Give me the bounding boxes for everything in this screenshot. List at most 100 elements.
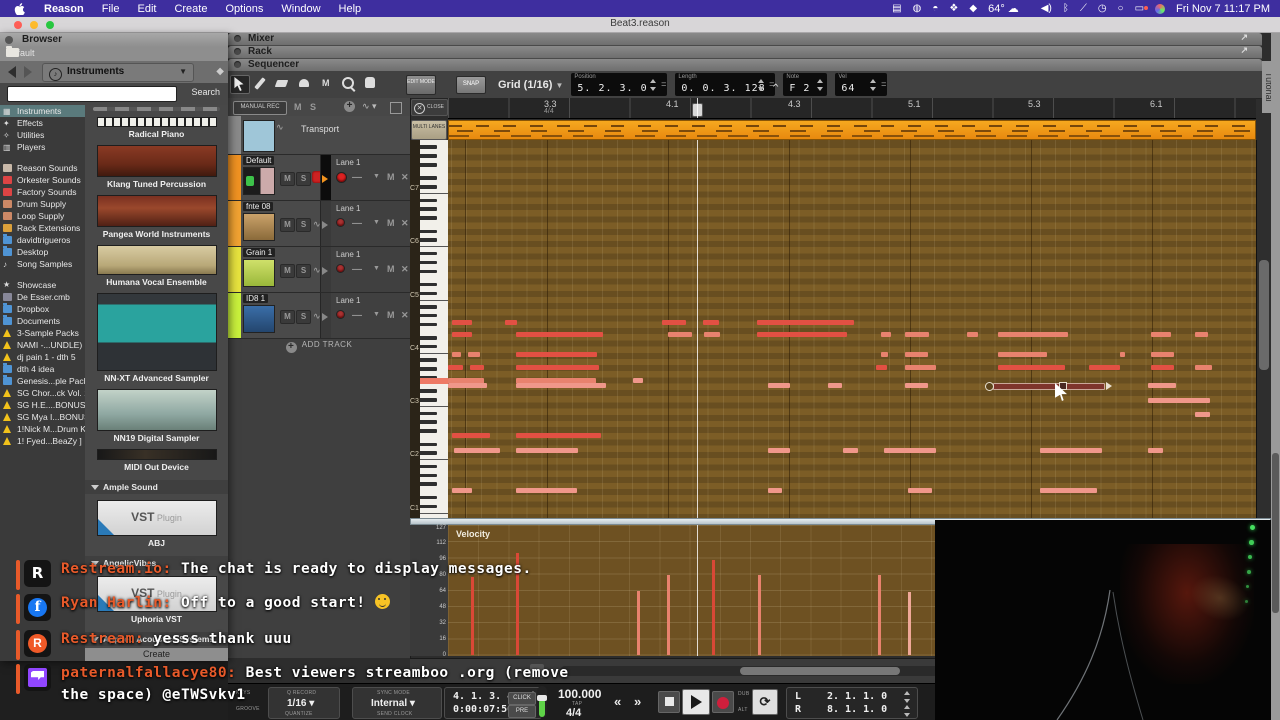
fast-forward-button[interactable]: » bbox=[634, 694, 641, 709]
lane-select-arrow-icon[interactable] bbox=[322, 313, 328, 322]
black-key[interactable] bbox=[420, 251, 437, 256]
lane-mute-button[interactable]: M bbox=[387, 218, 395, 228]
lane-mute-button[interactable]: M bbox=[387, 172, 395, 182]
color-profile-icon[interactable] bbox=[1155, 3, 1166, 14]
bluetooth-icon[interactable]: ᛒ bbox=[1063, 0, 1069, 17]
vpn-icon[interactable]: ◓ bbox=[932, 0, 938, 17]
black-key[interactable] bbox=[420, 185, 437, 189]
midi-note[interactable] bbox=[668, 332, 692, 337]
location-dropdown[interactable]: ♪ Instruments ▼ bbox=[42, 63, 194, 82]
midi-note-selected[interactable] bbox=[993, 383, 1105, 390]
snap-button[interactable]: SNAP bbox=[456, 75, 486, 94]
sidebar-item-effects[interactable]: ✦ Effects bbox=[0, 117, 85, 129]
mixer-panel-bar[interactable]: Mixer ↗ bbox=[228, 32, 1262, 46]
midi-note[interactable] bbox=[881, 332, 891, 337]
midi-note[interactable] bbox=[1040, 448, 1102, 453]
track-solo-button[interactable]: S bbox=[296, 310, 311, 324]
midi-note[interactable] bbox=[703, 320, 719, 325]
black-key[interactable] bbox=[420, 336, 437, 340]
sidebar-item-factory-sounds[interactable]: Factory Sounds bbox=[0, 186, 85, 198]
sidebar-item-dth-4-idea[interactable]: dth 4 idea bbox=[0, 363, 85, 375]
midi-note[interactable] bbox=[1195, 365, 1212, 370]
dropbox-icon[interactable]: ❖ bbox=[949, 0, 958, 17]
midi-note[interactable] bbox=[768, 448, 790, 453]
device-vendor-header[interactable]: Ample Sound bbox=[85, 480, 228, 494]
forward-button[interactable] bbox=[24, 66, 32, 78]
favorite-icon[interactable]: ◆ bbox=[216, 66, 224, 77]
lane-record-dot[interactable] bbox=[337, 311, 344, 318]
black-key[interactable] bbox=[420, 451, 437, 455]
midi-note[interactable] bbox=[516, 332, 603, 337]
razor-tool[interactable] bbox=[296, 75, 316, 94]
collapse-triangle-icon[interactable] bbox=[91, 637, 99, 642]
click-button[interactable]: CLICK bbox=[508, 692, 536, 705]
black-key[interactable] bbox=[420, 464, 437, 469]
black-key[interactable] bbox=[420, 367, 437, 371]
midi-note[interactable] bbox=[884, 448, 936, 453]
device-list-item[interactable]: VST Plugin ABJ bbox=[85, 500, 228, 548]
menu-options[interactable]: Options bbox=[216, 3, 272, 15]
piano-roll[interactable] bbox=[448, 140, 1256, 518]
black-key[interactable] bbox=[420, 504, 437, 509]
device-list-item[interactable]: NN-XT Advanced Sampler bbox=[85, 293, 228, 383]
lane-panel[interactable]: Lane 1 — ▼ M ✕ bbox=[331, 155, 410, 200]
midi-note[interactable] bbox=[1148, 448, 1163, 453]
browser-header[interactable]: Browser bbox=[0, 33, 228, 47]
velocity-bar[interactable] bbox=[758, 575, 761, 655]
menu-window[interactable]: Window bbox=[272, 3, 329, 15]
black-key[interactable] bbox=[420, 145, 437, 149]
note-stepper[interactable] bbox=[817, 79, 824, 91]
note-handle-left-icon[interactable] bbox=[985, 382, 994, 391]
velocity-bar[interactable] bbox=[908, 592, 911, 655]
device-list-item[interactable]: VST Plugin Uphoria VST bbox=[85, 576, 228, 624]
lane-delete-button[interactable]: ✕ bbox=[401, 218, 409, 229]
black-key[interactable] bbox=[420, 176, 437, 180]
midi-note[interactable] bbox=[1151, 352, 1174, 357]
browser-detach-icon[interactable] bbox=[5, 36, 13, 44]
eraser-tool[interactable] bbox=[274, 75, 294, 94]
black-key[interactable] bbox=[420, 442, 437, 447]
device-vendor-header[interactable]: Applied Acoustics Systems bbox=[85, 632, 228, 646]
velocity-bar[interactable] bbox=[471, 577, 474, 655]
sidebar-item-players[interactable]: ▥ Players bbox=[0, 141, 85, 153]
sidebar-item-orkester-sounds[interactable]: Orkester Sounds bbox=[0, 174, 85, 186]
midi-note[interactable] bbox=[768, 383, 790, 388]
midi-note[interactable] bbox=[516, 383, 606, 388]
clock-icon[interactable]: ◷ bbox=[1098, 0, 1107, 17]
sidebar-item-instruments[interactable]: ▦ Instruments bbox=[0, 105, 85, 117]
loop-button[interactable]: ⟳ bbox=[752, 689, 778, 715]
black-key[interactable] bbox=[420, 229, 437, 234]
track-mute-button[interactable]: M bbox=[280, 264, 295, 278]
edit-mode-button[interactable]: EDIT MODE bbox=[406, 74, 436, 95]
zoom-out-button[interactable]: – bbox=[530, 664, 544, 678]
grid-dropdown[interactable]: Grid (1/16) ▼ bbox=[498, 79, 563, 91]
device-list-item[interactable]: Klang Tuned Percussion bbox=[85, 145, 228, 189]
black-key[interactable] bbox=[420, 198, 437, 203]
search-button[interactable]: Search bbox=[191, 87, 220, 97]
piano-keyboard[interactable] bbox=[420, 140, 449, 518]
mixer-expand-icon[interactable]: ↗ bbox=[1240, 32, 1248, 43]
black-key[interactable] bbox=[420, 389, 437, 393]
track-mute-button[interactable]: M bbox=[280, 310, 295, 324]
midi-note[interactable] bbox=[830, 320, 851, 325]
midi-note[interactable] bbox=[704, 332, 720, 337]
collapse-triangle-icon[interactable] bbox=[91, 561, 99, 566]
sidebar-item-rack-extensions[interactable]: Rack Extensions bbox=[0, 222, 85, 234]
midi-note[interactable] bbox=[662, 320, 686, 325]
search-input[interactable] bbox=[7, 86, 177, 102]
midi-note[interactable] bbox=[448, 365, 463, 370]
midi-note[interactable] bbox=[468, 352, 480, 357]
midi-note[interactable] bbox=[905, 352, 928, 357]
lane-mute-button[interactable]: M bbox=[387, 310, 395, 320]
midi-note[interactable] bbox=[505, 320, 517, 325]
clip-overview[interactable] bbox=[448, 120, 1256, 140]
midi-note[interactable] bbox=[452, 488, 472, 493]
rewind-button[interactable]: « bbox=[614, 694, 621, 709]
sidebar-item-loop-supply[interactable]: Loop Supply bbox=[0, 210, 85, 222]
track-solo-button[interactable]: S bbox=[296, 172, 311, 186]
lane-panel[interactable]: Lane 1 — ▼ M ✕ bbox=[331, 247, 410, 292]
note-handle-right-icon[interactable] bbox=[1106, 382, 1112, 390]
midi-note[interactable] bbox=[828, 383, 842, 388]
black-key[interactable] bbox=[420, 420, 437, 424]
midi-note[interactable] bbox=[1148, 383, 1176, 388]
